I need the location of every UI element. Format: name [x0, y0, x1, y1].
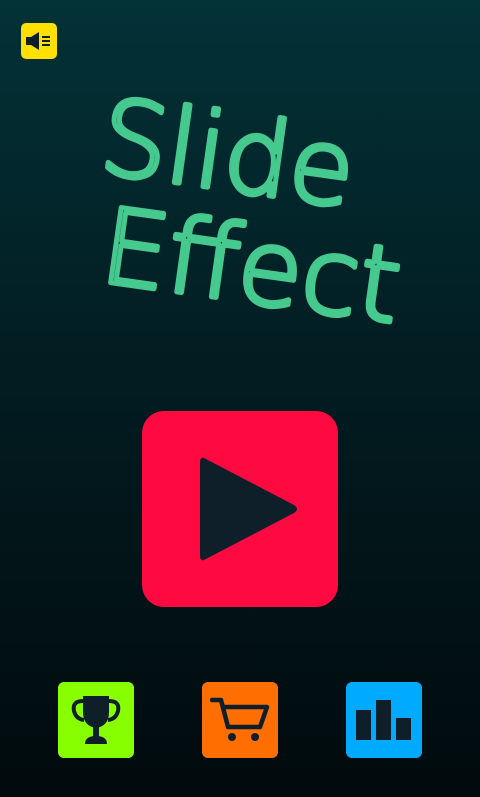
play-icon — [200, 457, 297, 561]
trophy-icon — [71, 696, 121, 744]
achievements-button[interactable] — [58, 682, 134, 758]
shop-button[interactable] — [202, 682, 278, 758]
game-title: Slide Effect — [91, 73, 410, 350]
leaderboard-button[interactable] — [346, 682, 422, 758]
cart-icon — [210, 697, 270, 741]
bar-chart-icon — [356, 700, 411, 740]
play-button[interactable] — [142, 411, 338, 607]
main-menu-screen: Slide Effect — [0, 0, 480, 797]
title-line-2: Effect — [95, 185, 408, 347]
